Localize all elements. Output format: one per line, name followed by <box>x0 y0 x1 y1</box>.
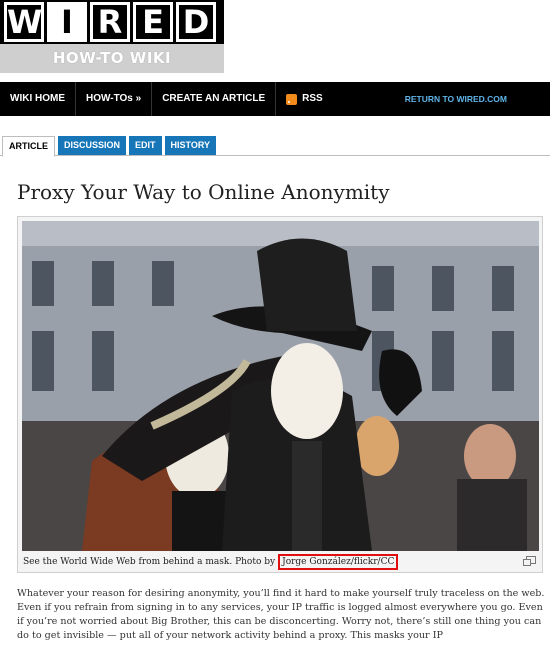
nav-wiki-home[interactable]: WIKI HOME <box>0 82 75 116</box>
article-tabs: ARTICLE DISCUSSION EDIT HISTORY <box>0 136 550 157</box>
page-title: Proxy Your Way to Online Anonymity <box>17 180 390 204</box>
article-photo[interactable] <box>22 221 539 551</box>
masked-people-illustration <box>22 221 539 551</box>
nav-rss-label: RSS <box>302 93 323 104</box>
tab-discussion[interactable]: DISCUSSION <box>58 136 127 155</box>
nav-how-tos[interactable]: HOW-TOs » <box>76 82 151 116</box>
logo-letter: E <box>133 2 173 42</box>
logo-wordmark: W I R E D <box>0 0 224 44</box>
main-nav: WIKI HOME HOW-TOs » CREATE AN ARTICLE RS… <box>0 82 550 116</box>
logo-letter: W <box>4 2 44 42</box>
tab-article[interactable]: ARTICLE <box>2 136 55 157</box>
rss-icon <box>286 93 298 105</box>
nav-rss[interactable]: RSS <box>276 82 333 116</box>
caption-text: See the World Wide Web from behind a mas… <box>23 557 276 567</box>
tab-edit[interactable]: EDIT <box>129 136 162 155</box>
wired-logo[interactable]: W I R E D HOW-TO WIKI <box>0 0 224 73</box>
nav-create-article[interactable]: CREATE AN ARTICLE <box>152 82 275 116</box>
article-figure: See the World Wide Web from behind a mas… <box>17 216 543 573</box>
photo-credit-link[interactable]: Jorge González/flickr/CC <box>278 554 399 570</box>
photo-caption: See the World Wide Web from behind a mas… <box>23 554 399 570</box>
return-to-wired-link[interactable]: RETURN TO WIRED.COM <box>395 82 550 116</box>
tab-history[interactable]: HISTORY <box>164 136 217 155</box>
logo-subtitle: HOW-TO WIKI <box>0 44 224 73</box>
expand-image-icon[interactable] <box>523 556 536 566</box>
logo-letter: R <box>90 2 130 42</box>
logo-letter: I <box>47 2 87 42</box>
logo-letter: D <box>176 2 216 42</box>
article-body: Whatever your reason for desiring anonym… <box>17 588 545 641</box>
